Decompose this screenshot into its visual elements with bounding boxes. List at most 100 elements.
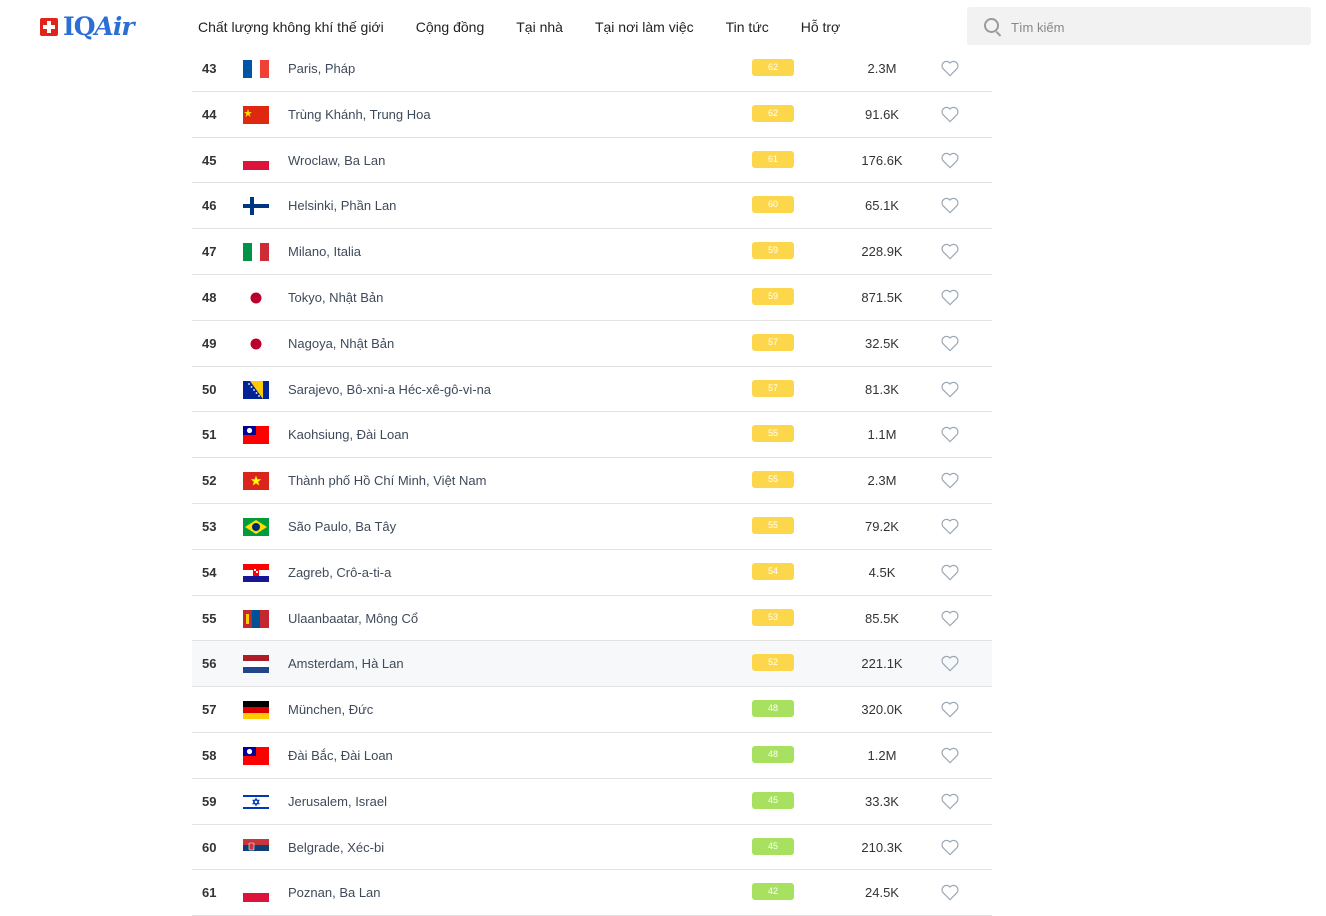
city-link[interactable]: München, Đức [288,702,373,717]
top-header: IQAir Chất lượng không khí thế giới Cộng… [0,0,1326,54]
heart-icon[interactable] [941,655,959,672]
search-input[interactable] [1009,16,1293,38]
city-link[interactable]: Thành phố Hồ Chí Minh, Việt Nam [288,473,486,488]
germany-flag-icon [243,701,269,720]
rank-number: 51 [202,427,217,443]
followers-count: 24.5K [865,885,899,901]
china-flag-icon [243,105,269,124]
heart-icon[interactable] [941,839,959,856]
table-row[interactable]: 48 Tokyo, Nhật Bản 59 871.5K [192,275,992,321]
heart-icon[interactable] [941,381,959,398]
netherlands-flag-icon [243,655,269,674]
table-row[interactable]: 47 Milano, Italia 59 228.9K [192,229,992,275]
table-row[interactable]: 60 Belgrade, Xéc-bi 45 210.3K [192,825,992,871]
rank-number: 49 [202,335,217,351]
nav-news[interactable]: Tin tức [726,19,769,35]
rank-number: 58 [202,747,217,763]
bosnia-flag-icon [243,380,269,399]
aqi-badge: 60 [752,196,794,214]
table-row[interactable]: 44 Trùng Khánh, Trung Hoa 62 91.6K [192,92,992,138]
table-row[interactable]: 61 Poznan, Ba Lan 42 24.5K [192,870,992,916]
heart-icon[interactable] [941,60,959,77]
iqair-logo[interactable]: IQAir [40,12,135,41]
taiwan-flag-icon [243,746,269,765]
followers-count: 1.1M [867,427,897,443]
table-row[interactable]: 58 Đài Bắc, Đài Loan 48 1.2M [192,733,992,779]
city-link[interactable]: Nagoya, Nhật Bản [288,336,394,351]
heart-icon[interactable] [941,472,959,489]
heart-icon[interactable] [941,106,959,123]
city-link[interactable]: Ulaanbaatar, Mông Cổ [288,611,418,626]
rank-number: 43 [202,61,217,76]
city-link[interactable]: Amsterdam, Hà Lan [288,656,404,671]
nav-workplace[interactable]: Tại nơi làm việc [595,19,694,35]
followers-count: 176.6K [861,152,903,168]
heart-icon[interactable] [941,793,959,810]
city-link[interactable]: Trùng Khánh, Trung Hoa [288,107,431,122]
table-row[interactable]: 46 Helsinki, Phần Lan 60 65.1K [192,183,992,230]
table-row[interactable]: 56 Amsterdam, Hà Lan 52 221.1K [192,641,992,688]
poland-flag-icon [243,151,269,170]
city-link[interactable]: São Paulo, Ba Tây [288,519,396,534]
aqi-badge: 61 [752,150,794,168]
heart-icon[interactable] [941,152,959,169]
city-link[interactable]: Helsinki, Phần Lan [288,198,396,213]
followers-count: 228.9K [861,244,903,260]
heart-icon[interactable] [941,747,959,764]
city-link[interactable]: Zagreb, Crô-a-ti-a [288,565,391,580]
followers-count: 32.5K [865,335,899,351]
table-row[interactable]: 50 Sarajevo, Bô-xni-a Héc-xê-gô-vi-na 57… [192,367,992,413]
city-link[interactable]: Milano, Italia [288,244,361,259]
rank-number: 61 [202,885,217,901]
nav-home[interactable]: Tại nhà [516,19,563,35]
followers-count: 2.3M [867,61,897,76]
table-row[interactable]: 55 Ulaanbaatar, Mông Cổ 53 85.5K [192,596,992,642]
mongolia-flag-icon [243,609,269,628]
aqi-badge: 52 [752,654,794,672]
heart-icon[interactable] [941,335,959,352]
aqi-badge: 57 [752,333,794,351]
heart-icon[interactable] [941,518,959,535]
search-icon [984,18,999,33]
followers-count: 79.2K [865,518,899,534]
japan-flag-icon [243,335,269,353]
nav-world-air-quality[interactable]: Chất lượng không khí thế giới [198,19,384,35]
heart-icon[interactable] [941,564,959,581]
nav-support[interactable]: Hỗ trợ [801,19,841,35]
aqi-badge: 48 [752,745,794,763]
table-row[interactable]: 51 Kaohsiung, Đài Loan 55 1.1M [192,412,992,459]
table-row[interactable]: 59 Jerusalem, Israel 45 33.3K [192,779,992,825]
heart-icon[interactable] [941,197,959,214]
heart-icon[interactable] [941,289,959,306]
brand-name: IQAir [63,12,135,41]
table-row[interactable]: 52 Thành phố Hồ Chí Minh, Việt Nam 55 2.… [192,458,992,504]
city-link[interactable]: Belgrade, Xéc-bi [288,840,384,855]
city-link[interactable]: Paris, Pháp [288,61,355,76]
city-link[interactable]: Sarajevo, Bô-xni-a Héc-xê-gô-vi-na [288,382,491,397]
heart-icon[interactable] [941,243,959,260]
heart-icon[interactable] [941,610,959,627]
nav-community[interactable]: Cộng đồng [416,19,485,35]
heart-icon[interactable] [941,884,959,901]
rank-number: 48 [202,289,217,305]
rank-number: 56 [202,656,217,672]
followers-count: 65.1K [865,198,899,214]
followers-count: 2.3M [867,473,897,489]
city-link[interactable]: Kaohsiung, Đài Loan [288,427,409,442]
table-row[interactable]: 57 München, Đức 48 320.0K [192,687,992,733]
city-link[interactable]: Poznan, Ba Lan [288,885,381,900]
search-box [967,7,1311,45]
city-link[interactable]: Tokyo, Nhật Bản [288,290,383,305]
followers-count: 33.3K [865,793,899,809]
table-row[interactable]: 54 Zagreb, Crô-a-ti-a 54 4.5K [192,550,992,596]
swiss-flag-icon [40,18,58,36]
table-row[interactable]: 45 Wroclaw, Ba Lan 61 176.6K [192,138,992,184]
city-link[interactable]: Đài Bắc, Đài Loan [288,748,393,763]
city-link[interactable]: Jerusalem, Israel [288,794,387,809]
city-link[interactable]: Wroclaw, Ba Lan [288,153,385,168]
table-row[interactable]: 49 Nagoya, Nhật Bản 57 32.5K [192,321,992,367]
table-row[interactable]: 53 São Paulo, Ba Tây 55 79.2K [192,504,992,550]
aqi-badge: 45 [752,837,794,855]
heart-icon[interactable] [941,426,959,443]
heart-icon[interactable] [941,701,959,718]
